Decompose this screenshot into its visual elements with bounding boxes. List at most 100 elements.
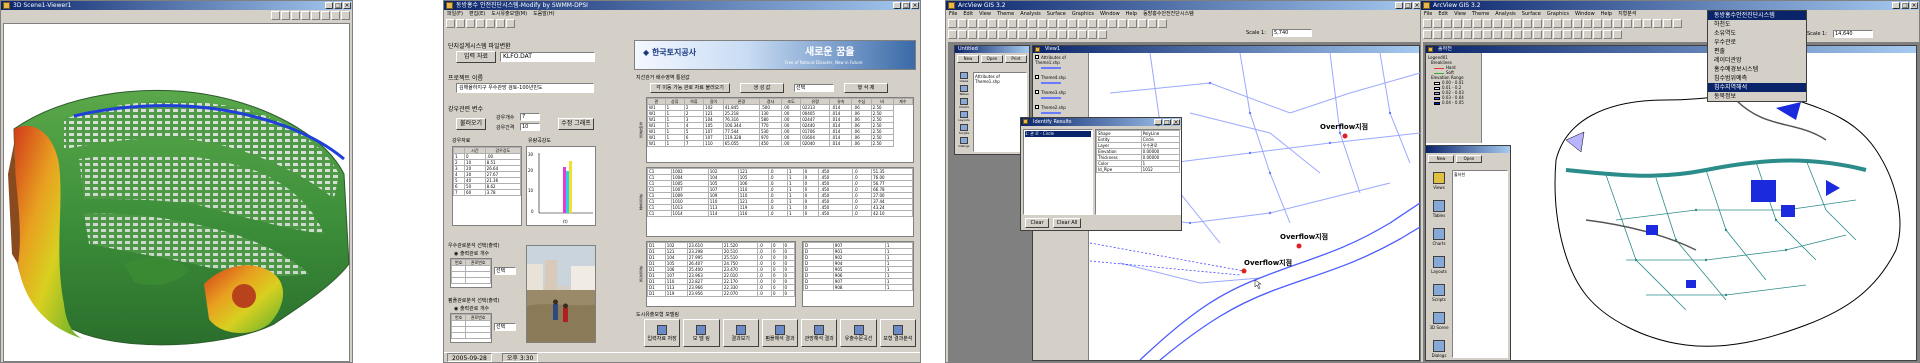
table-cell[interactable]: 1014 [670, 210, 709, 217]
tool-button[interactable] [1453, 30, 1462, 39]
checkbox-icon[interactable] [1035, 55, 1039, 59]
project-button[interactable]: New [957, 55, 979, 63]
tool-button[interactable] [1433, 30, 1442, 39]
dropdown-menu-item[interactable]: 침수범위예측 [1708, 74, 1806, 83]
tool-button[interactable] [1523, 30, 1532, 39]
table-cell[interactable]: 450 [758, 140, 783, 147]
tool-button[interactable] [1533, 30, 1542, 39]
close-button[interactable]: × [1910, 2, 1918, 9]
project-list[interactable]: 홀하천 [1452, 170, 1508, 358]
flood-map[interactable] [1526, 60, 1916, 360]
project-icon[interactable]: Charts [1428, 228, 1450, 254]
tool-button[interactable] [1563, 19, 1572, 28]
identify-list-item[interactable]: 1: 관 로 - Circle [1025, 131, 1091, 137]
table-row[interactable]: W1 1 7 110 65.055 450.00 02040.014.06 2.50 [647, 140, 913, 147]
maximize-button[interactable]: □ [902, 2, 910, 9]
table-cell[interactable]: .450 [818, 210, 853, 217]
project-titlebar[interactable] [1426, 146, 1510, 153]
tool-button[interactable] [1018, 19, 1027, 28]
project-list[interactable]: Attributes of Theme1.shp [973, 72, 1027, 152]
tool-button[interactable] [1118, 19, 1127, 28]
table-cell[interactable] [450, 332, 467, 339]
tool-button[interactable] [1563, 30, 1572, 39]
minimize-button[interactable]: _ [325, 2, 333, 9]
tool-button[interactable] [958, 19, 967, 28]
project-button[interactable]: Open [1456, 155, 1482, 163]
input-file-field[interactable]: KLFO.DAT [500, 52, 595, 62]
rain-count-field[interactable]: 7 [520, 113, 540, 121]
arcview2-menu-item[interactable]: 지형분석 [1618, 10, 1636, 18]
tool-button[interactable] [1098, 19, 1107, 28]
dropdown-menu-item[interactable]: 편출 [1708, 47, 1806, 56]
input-data-button[interactable]: 입력 자료 [456, 51, 496, 63]
arcview2-menu-item[interactable]: Analysis [1495, 10, 1516, 18]
project-button[interactable]: Print [1005, 55, 1027, 63]
tool-button[interactable] [1128, 19, 1137, 28]
arcview2-menu-item[interactable]: Graphics [1547, 10, 1569, 18]
minimize-button[interactable]: _ [893, 2, 901, 9]
tool-button[interactable] [1543, 19, 1552, 28]
outflow-grid-b[interactable]: 번호 관로번호 [450, 313, 492, 343]
dropdown-menu-item[interactable]: 하천도 [1708, 20, 1806, 29]
arcview1-menu-item[interactable]: View [979, 10, 991, 18]
tool-button[interactable] [968, 19, 977, 28]
help-icon[interactable] [506, 19, 515, 28]
open-folder-icon[interactable] [456, 19, 465, 28]
close-button[interactable]: × [1172, 119, 1180, 126]
checkbox-icon[interactable] [1035, 90, 1039, 94]
new-file-icon[interactable] [446, 19, 455, 28]
scene3d-viewport[interactable] [3, 23, 350, 362]
swmm-menu-item[interactable]: 도움말(H) [533, 10, 554, 18]
table-cell[interactable]: 23.956 [686, 290, 723, 297]
swmm-menu-item[interactable]: 편집(E) [469, 10, 485, 18]
tool-button[interactable] [1473, 19, 1482, 28]
project-icon[interactable]: Dialogs [957, 137, 971, 150]
rain-interval-field[interactable]: 10 [520, 123, 540, 131]
arcview2-menu-item[interactable]: Help [1601, 10, 1612, 18]
tool-button[interactable] [291, 11, 300, 20]
tool-button[interactable] [1573, 19, 1582, 28]
tool-button[interactable] [1028, 30, 1037, 39]
tool-button[interactable] [1148, 19, 1157, 28]
tool-button[interactable] [968, 30, 977, 39]
table-row[interactable] [450, 332, 491, 339]
table-cell[interactable]: .0 [851, 210, 873, 217]
tool-button[interactable] [1433, 19, 1442, 28]
table-cell[interactable]: 1 [664, 140, 685, 147]
project-icon[interactable]: Scripts [1428, 284, 1450, 310]
minimize-button[interactable]: _ [1892, 2, 1900, 9]
table-cell[interactable]: .014 [829, 140, 853, 147]
save-icon[interactable] [466, 19, 475, 28]
tool-button[interactable] [1483, 30, 1492, 39]
tool-button[interactable] [1623, 19, 1632, 28]
arcview1-menu-item[interactable]: Theme [997, 10, 1014, 18]
arcview2-menu-item[interactable]: View [1454, 10, 1466, 18]
tool-button[interactable] [1653, 19, 1662, 28]
dropdown-header[interactable]: 동방홍수안전진단시스템 [1708, 11, 1806, 20]
dropdown-menu-item[interactable]: 동북정보 [1708, 92, 1806, 101]
bottom-action-button[interactable]: 입력자료 저장 [644, 319, 681, 347]
project-button[interactable]: Open [981, 55, 1003, 63]
tool-button[interactable] [1078, 19, 1087, 28]
tool-button[interactable] [1068, 19, 1077, 28]
tool-button[interactable] [1423, 30, 1432, 39]
tool-button[interactable] [1028, 19, 1037, 28]
tool-button[interactable] [1088, 19, 1097, 28]
table-cell[interactable] [450, 277, 467, 284]
tool-button[interactable] [1443, 19, 1452, 28]
tool-button[interactable] [1038, 30, 1047, 39]
arcview1-menu-item[interactable]: Window [1100, 10, 1120, 18]
clear-all-button[interactable]: Clear All [1053, 218, 1081, 228]
tool-button[interactable] [1058, 19, 1067, 28]
view-titlebar[interactable]: View1 [1033, 46, 1419, 53]
project-icon[interactable]: Layouts [1428, 256, 1450, 282]
delete-row-button[interactable]: 행 삭 제 [844, 83, 888, 93]
tool-button[interactable] [1543, 30, 1552, 39]
view-legend[interactable]: Legend01 Breaklines Hard Soft Elevation R… [1426, 53, 1482, 143]
table-cell[interactable]: 2.50 [870, 140, 894, 147]
table-cell[interactable]: 0 [771, 290, 784, 297]
table-cell[interactable] [465, 332, 491, 339]
tool-button[interactable] [1138, 19, 1147, 28]
tool-button[interactable] [1078, 30, 1087, 39]
tool-button[interactable] [1603, 30, 1612, 39]
